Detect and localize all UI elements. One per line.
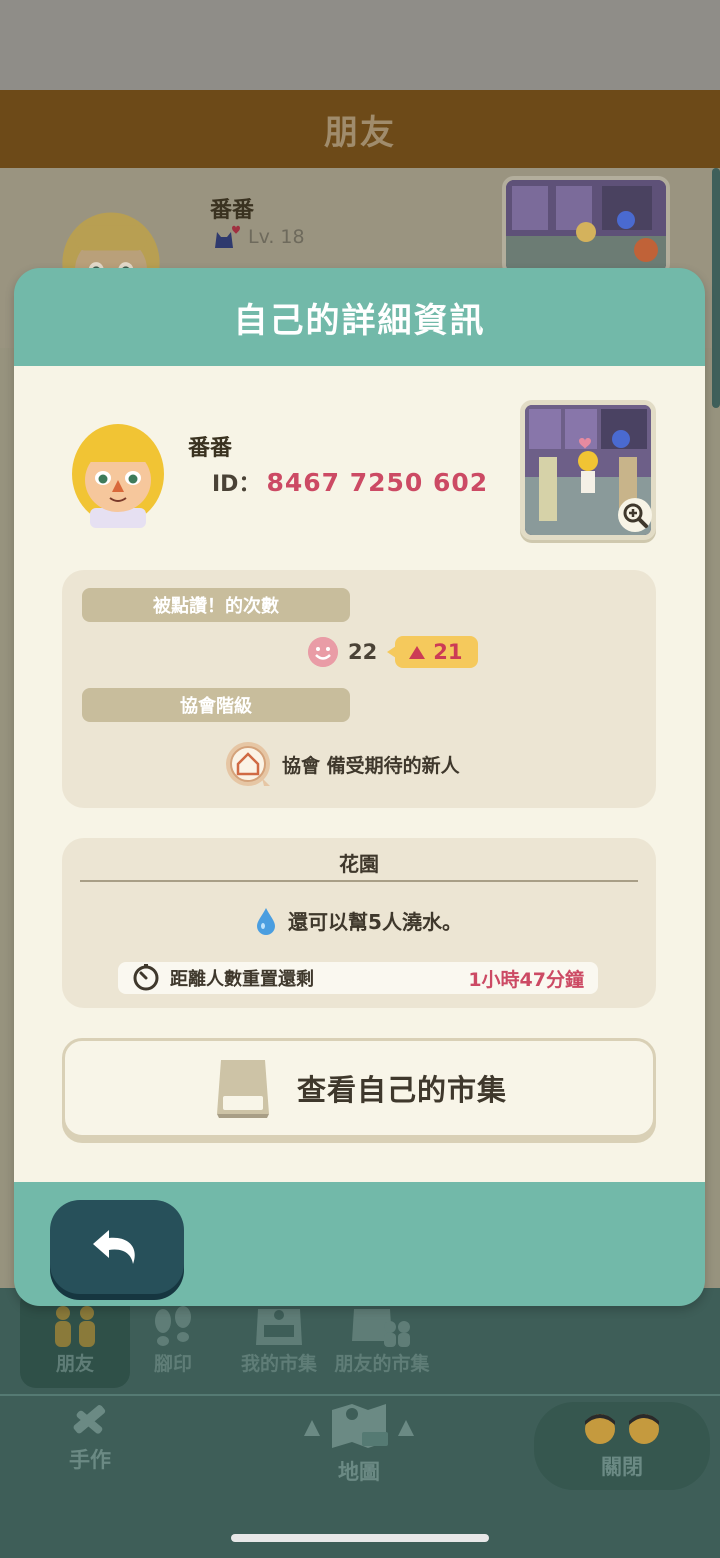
friend-level-text: Lv. 18 — [248, 226, 305, 248]
dialog-title: 自己的詳細資訊 — [233, 300, 486, 341]
profile-avatar — [72, 424, 164, 528]
zoom-in-icon — [623, 503, 648, 528]
profile-id-label: ID： — [212, 472, 261, 497]
garden-card: 花園 還可以幫5人澆水。 距離人數重置還剩 1小時47分鐘 — [62, 838, 656, 1008]
nav-crafting[interactable]: 手作 — [66, 1400, 114, 1474]
association-emblem-icon — [226, 742, 270, 786]
villagers-icon — [585, 1414, 659, 1444]
home-indicator[interactable] — [231, 1534, 489, 1542]
footprints-icon — [155, 1306, 191, 1346]
bottom-bar: 朋友 腳印 我的市集 朋友的市集 手作 地圖 關閉 — [0, 1288, 720, 1558]
likes-count: 22 — [348, 640, 378, 664]
profile-id-value: 8467 7250 602 — [266, 468, 489, 497]
dialog-body: 番番 ID： 8467 7250 602 被點讚！的次數 22 21 協會階級 … — [14, 366, 705, 1182]
friend-room-thumbnail[interactable] — [502, 176, 670, 276]
association-rank: 協會 備受期待的新人 — [224, 740, 460, 788]
garden-divider — [80, 880, 638, 882]
zoom-button[interactable] — [618, 498, 652, 532]
tab-footprints-label: 腳印 — [153, 1353, 192, 1375]
view-my-market-label: 查看自己的市集 — [296, 1073, 507, 1107]
my-market-icon — [256, 1309, 302, 1345]
friends-market-icon — [352, 1309, 410, 1347]
market-stall-icon — [216, 1060, 269, 1118]
tab-friends-label: 朋友 — [55, 1353, 94, 1375]
association-section-label: 協會階級 — [82, 688, 350, 722]
close-button-label: 關閉 — [601, 1455, 643, 1479]
status-area — [0, 0, 720, 90]
association-rank-text: 協會 備受期待的新人 — [282, 754, 460, 777]
water-row: 還可以幫5人澆水。 — [62, 906, 656, 935]
friends-header: 朋友 — [0, 90, 720, 168]
nav-map[interactable]: 地圖 — [296, 1400, 422, 1486]
likes-card: 被點讚！的次數 22 21 協會階級 協會 備受期待的新人 — [62, 570, 656, 808]
reset-label: 距離人數重置還剩 — [170, 969, 314, 990]
bottom-divider — [0, 1394, 720, 1396]
reset-value: 1小時47分鐘 — [468, 968, 584, 991]
friends-icon — [55, 1306, 95, 1347]
crafting-icon — [73, 1405, 106, 1434]
water-drop-icon — [257, 907, 276, 935]
nav-map-label: 地圖 — [338, 1460, 380, 1484]
tab-my-market-label: 我的市集 — [240, 1353, 317, 1375]
water-text: 還可以幫5人澆水。 — [288, 910, 462, 934]
list-scrollbar[interactable] — [712, 168, 720, 408]
self-details-dialog: 自己的詳細資訊 番番 ID： 8467 7250 602 被點讚！的次數 22 … — [14, 268, 705, 1306]
friend-level: Lv. 18 — [212, 224, 305, 250]
view-my-market-button[interactable]: 查看自己的市集 — [62, 1038, 656, 1138]
cat-heart-icon — [215, 225, 240, 248]
back-button[interactable] — [50, 1200, 184, 1294]
likes-section-label: 被點讚！的次數 — [82, 588, 350, 622]
back-arrow-icon — [93, 1230, 135, 1264]
rank-change-value: 21 — [433, 640, 463, 664]
friends-header-title: 朋友 — [324, 112, 396, 153]
nav-crafting-label: 手作 — [69, 1448, 111, 1472]
close-button[interactable]: 關閉 — [534, 1402, 710, 1490]
map-icon — [304, 1404, 414, 1448]
tab-friends-market-label: 朋友的市集 — [334, 1353, 430, 1375]
likes-row: 22 21 — [308, 636, 479, 668]
up-arrow-icon — [409, 645, 426, 659]
timer-icon — [133, 964, 159, 991]
rank-change-badge: 21 — [387, 636, 479, 668]
friend-name: 番番 — [210, 198, 255, 223]
reset-timer-row: 距離人數重置還剩 1小時47分鐘 — [118, 962, 598, 994]
smile-icon — [308, 637, 338, 667]
profile-name: 番番 — [188, 436, 233, 461]
garden-title: 花園 — [339, 852, 379, 876]
profile-id: ID： 8467 7250 602 — [212, 466, 488, 498]
